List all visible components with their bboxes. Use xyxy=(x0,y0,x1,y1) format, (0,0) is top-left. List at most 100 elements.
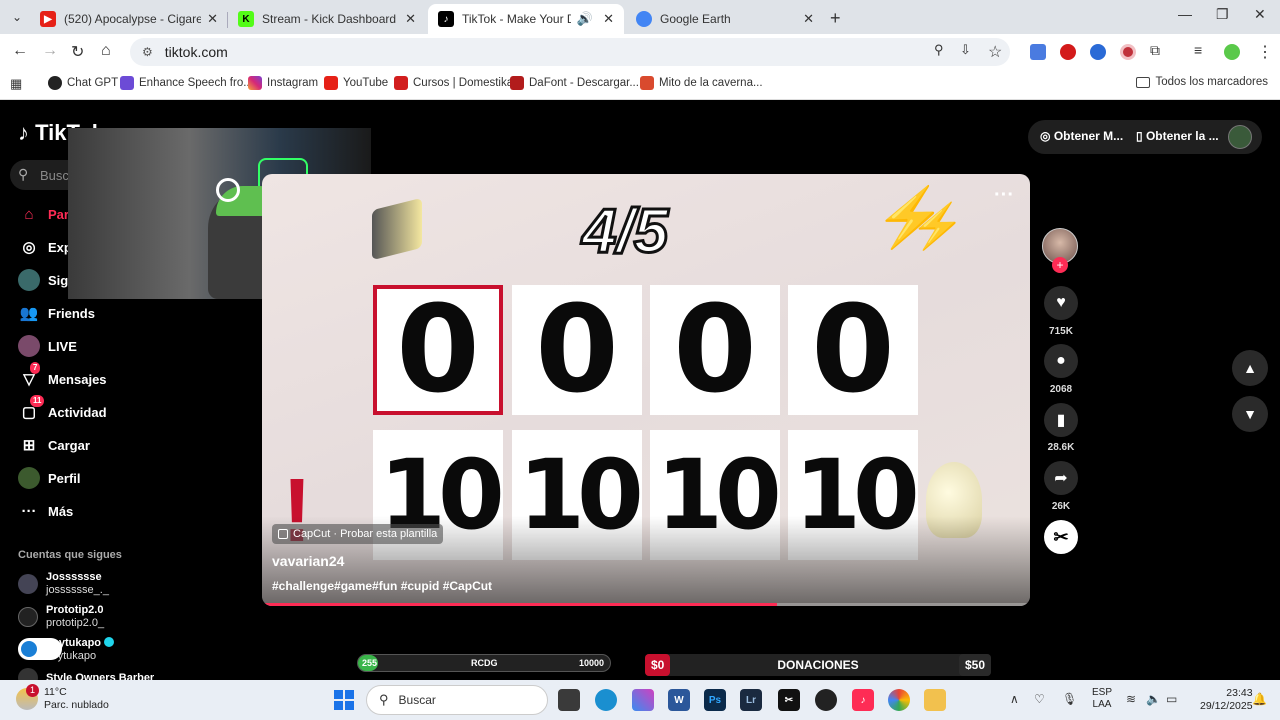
share-button[interactable]: ➦ xyxy=(1044,461,1078,495)
new-tab-button[interactable]: + xyxy=(830,8,841,29)
nav-actividad[interactable]: ▢ 11 Actividad xyxy=(18,395,107,423)
taskbar-search[interactable]: ⚲ Buscar xyxy=(366,685,548,715)
reload-button[interactable]: ↻ xyxy=(71,42,84,62)
edge-icon[interactable] xyxy=(595,689,617,711)
apps-grid-icon[interactable]: ▦ xyxy=(10,76,22,92)
video-author[interactable]: vavarian24 xyxy=(272,553,344,569)
battery-icon[interactable]: ▭ xyxy=(1166,692,1177,706)
like-button[interactable]: ♥ xyxy=(1044,286,1078,320)
bookmark-youtube[interactable]: YouTube xyxy=(324,76,388,90)
chevron-down-icon: ▼ xyxy=(1243,406,1257,422)
close-icon[interactable]: ✕ xyxy=(603,11,614,27)
game-card[interactable]: 0 xyxy=(512,281,642,420)
tray-overflow-icon[interactable]: ∧ xyxy=(1010,692,1019,706)
bookmark-domestika[interactable]: Cursos | Domestika xyxy=(394,76,513,90)
more-options-icon[interactable]: ··· xyxy=(994,184,1014,207)
nav-live[interactable]: LIVE xyxy=(18,335,77,357)
language-indicator[interactable]: ESP LAA xyxy=(1092,687,1112,711)
game-card[interactable]: 0 xyxy=(650,281,780,420)
get-app-button[interactable]: ▯ Obtener la ... xyxy=(1136,129,1219,143)
lightroom-icon[interactable]: Lr xyxy=(740,689,762,711)
bookmark-dafont[interactable]: DaFont - Descargar... xyxy=(510,76,639,90)
following-item[interactable]: Prototip2.0 prototip2.0_ xyxy=(18,604,104,630)
tab-search-menu[interactable]: ⌄ xyxy=(6,7,28,27)
microphone-icon[interactable]: 🎙 xyxy=(1062,692,1077,706)
extensions-puzzle-icon[interactable]: ⧉ xyxy=(1150,42,1160,59)
get-coins-button[interactable]: ◎ Obtener M... xyxy=(1040,129,1123,143)
nav-cargar[interactable]: ⊞ Cargar xyxy=(18,434,90,456)
profile-avatar[interactable] xyxy=(1224,44,1240,60)
volume-icon[interactable]: 🔈 xyxy=(1146,692,1161,706)
close-window-button[interactable]: ✕ xyxy=(1254,6,1266,23)
nav-mas[interactable]: ··· Más xyxy=(18,500,74,522)
nav-perfil[interactable]: Perfil xyxy=(18,467,81,489)
google-earth-icon xyxy=(636,11,652,27)
tab-youtube[interactable]: ▶ (520) Apocalypse - Cigarettes A ✕ xyxy=(30,4,228,34)
notification-badge: 11 xyxy=(30,395,45,407)
restore-button[interactable]: ❐ xyxy=(1216,6,1229,23)
security-icon[interactable]: ♡ xyxy=(1034,692,1045,706)
back-button[interactable]: ← xyxy=(12,42,28,60)
next-video-button[interactable]: ▼ xyxy=(1232,396,1268,432)
tab-kick[interactable]: K Stream - Kick Dashboard ✕ xyxy=(228,4,426,34)
capcut-taskbar-icon[interactable]: ✂ xyxy=(778,689,800,711)
weather-widget[interactable]: 1 11°C Parc. nublado xyxy=(16,684,109,712)
following-item[interactable]: Josssssse josssssse_._ xyxy=(18,571,109,597)
word-icon[interactable]: W xyxy=(668,689,690,711)
translate-icon[interactable] xyxy=(1030,44,1046,60)
bookmark-chatgpt[interactable]: Chat GPT xyxy=(48,76,118,90)
bookmark-star-icon[interactable]: ☆ xyxy=(988,42,1002,62)
wifi-icon[interactable]: ≋ xyxy=(1126,692,1136,706)
obs-icon[interactable] xyxy=(815,689,837,711)
windows-start-icon[interactable] xyxy=(334,690,354,710)
home-button[interactable]: ⌂ xyxy=(101,42,111,60)
video-player[interactable]: 4/5 ⚡ ⚡ ··· 0 0 0 0 10 10 10 10 ! CapCut… xyxy=(262,174,1030,606)
comment-button[interactable]: ● xyxy=(1044,344,1078,378)
previous-video-button[interactable]: ▲ xyxy=(1232,350,1268,386)
address-bar[interactable]: ⚙ tiktok.com xyxy=(130,38,1010,66)
minimize-button[interactable]: — xyxy=(1178,6,1192,22)
file-explorer-icon[interactable] xyxy=(924,689,946,711)
all-bookmarks-label: Todos los marcadores xyxy=(1155,76,1269,88)
task-view-icon[interactable] xyxy=(558,689,580,711)
speaker-icon[interactable]: 🔊 xyxy=(577,11,593,27)
nav-mensajes[interactable]: ▽ 7 Mensajes xyxy=(18,362,107,390)
media-controls-icon[interactable]: ≡ xyxy=(1194,42,1202,58)
capcut-template-tag[interactable]: CapCut · Probar esta plantilla xyxy=(272,524,444,544)
adblock-extension-icon[interactable] xyxy=(1060,44,1076,60)
zoom-icon[interactable]: ⚲ xyxy=(934,42,944,58)
photoshop-icon[interactable]: Ps xyxy=(704,689,726,711)
capcut-button[interactable]: ✂ xyxy=(1044,520,1078,554)
close-icon[interactable]: ✕ xyxy=(405,11,416,27)
lang-code: ESP xyxy=(1092,687,1113,698)
video-hashtags[interactable]: #challenge#game#fun #cupid #CapCut xyxy=(272,579,492,593)
tab-tiktok[interactable]: ♪ TikTok - Make Your Day 🔊 ✕ xyxy=(428,4,624,34)
system-clock[interactable]: 23:43 29/12/2025 xyxy=(1200,687,1253,713)
video-progress-bar[interactable] xyxy=(262,603,1030,606)
bookmark-mito-caverna[interactable]: Mito de la caverna... xyxy=(640,76,763,90)
bookmark-enhance-speech[interactable]: Enhance Speech fro... xyxy=(120,76,253,90)
game-card[interactable]: 0 xyxy=(788,281,918,420)
chrome-menu-icon[interactable]: ⋮ xyxy=(1257,42,1273,62)
extension-icon[interactable] xyxy=(1090,44,1106,60)
game-card[interactable]: 0 xyxy=(373,281,503,420)
tiktok-live-icon[interactable]: ♪ xyxy=(852,689,874,711)
user-avatar[interactable] xyxy=(1228,125,1252,149)
all-bookmarks[interactable]: Todos los marcadores xyxy=(1135,76,1269,88)
close-icon[interactable]: ✕ xyxy=(207,11,218,27)
chrome-icon[interactable] xyxy=(888,689,910,711)
copilot-icon[interactable] xyxy=(632,689,654,711)
bookmark-instagram[interactable]: Instagram xyxy=(248,76,318,90)
install-app-icon[interactable]: ⇩ xyxy=(960,42,971,58)
save-button[interactable]: ▮ xyxy=(1044,403,1078,437)
notifications-icon[interactable]: 🔔 xyxy=(1252,692,1267,706)
close-icon[interactable]: ✕ xyxy=(803,11,814,27)
record-extension-icon[interactable] xyxy=(1120,44,1136,60)
follow-plus-icon[interactable]: + xyxy=(1052,257,1068,273)
forward-button[interactable]: → xyxy=(42,42,58,60)
tab-google-earth[interactable]: Google Earth ✕ xyxy=(626,4,824,34)
goal-title: RCDG xyxy=(471,658,498,668)
nav-friends[interactable]: 👥 Friends xyxy=(18,302,95,324)
enhance-icon xyxy=(120,76,134,90)
site-info-icon[interactable]: ⚙ xyxy=(142,45,153,59)
